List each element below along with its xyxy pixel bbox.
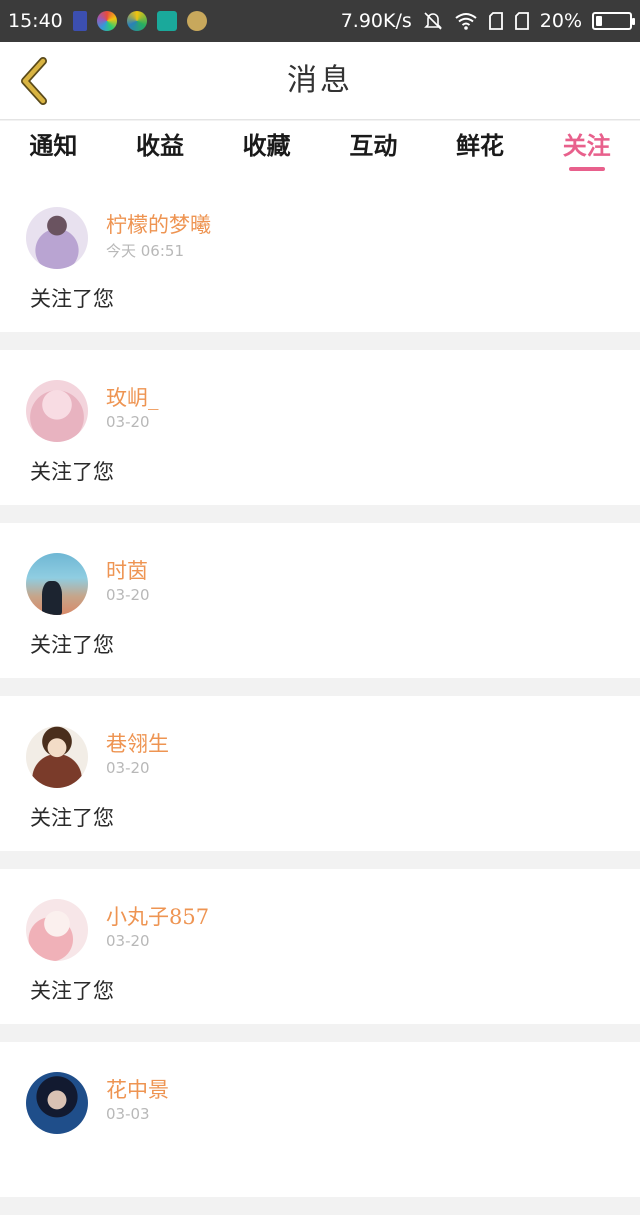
list-item[interactable]: 玫岄_ 03-20 关注了您: [0, 350, 640, 505]
status-bar: 15:40 7.90K/s 20%: [0, 0, 640, 42]
tab-flowers[interactable]: 鲜花: [427, 121, 534, 177]
tab-label: 通知: [29, 131, 78, 160]
tab-favorites[interactable]: 收藏: [213, 121, 320, 177]
tab-label: 关注: [562, 131, 611, 160]
scan-icon: [156, 11, 177, 31]
timestamp: 03-20: [106, 932, 150, 950]
timestamp: 03-20: [106, 413, 150, 431]
status-time: 15:40: [8, 10, 63, 32]
tab-notifications[interactable]: 通知: [0, 121, 107, 177]
avatar-app-icon: [186, 11, 207, 31]
user-name[interactable]: 玫岄_: [106, 382, 159, 412]
sim2-icon: [514, 12, 529, 30]
avatar[interactable]: [26, 553, 88, 615]
message-text: 关注了您: [30, 806, 114, 830]
list-item[interactable]: 巷翎生 03-20 关注了您: [0, 696, 640, 851]
tab-interactions[interactable]: 互动: [320, 121, 427, 177]
tab-label: 收藏: [242, 131, 291, 160]
timestamp: 03-20: [106, 586, 150, 604]
message-text: 关注了您: [30, 979, 114, 1003]
header: 消息: [0, 42, 640, 120]
chrome-like-icon: [126, 11, 147, 31]
timestamp: 03-03: [106, 1105, 150, 1123]
list-item[interactable]: 花中景 03-03: [0, 1042, 640, 1197]
tab-label: 收益: [136, 131, 184, 160]
status-left: 15:40: [8, 10, 207, 32]
list-item[interactable]: 柠檬的梦曦 今天 06:51 关注了您: [0, 177, 640, 332]
avatar[interactable]: [26, 899, 88, 961]
user-name[interactable]: 小丸子857: [106, 901, 209, 931]
tab-earnings[interactable]: 收益: [107, 121, 214, 177]
sim1-icon: [488, 12, 503, 30]
active-tab-indicator: [568, 167, 605, 171]
message-list: 柠檬的梦曦 今天 06:51 关注了您 玫岄_ 03-20 关注了您 时茵 03…: [0, 177, 640, 1215]
user-name[interactable]: 花中景: [106, 1074, 169, 1104]
battery-percent: 20%: [539, 10, 582, 32]
user-name[interactable]: 柠檬的梦曦: [106, 209, 211, 239]
battery-icon: [592, 12, 635, 30]
page-title: 消息: [287, 63, 353, 98]
network-speed: 7.90K/s: [340, 10, 412, 32]
user-name[interactable]: 时茵: [106, 555, 148, 585]
message-text: 关注了您: [30, 287, 114, 311]
color-wheel-icon: [96, 11, 117, 31]
notification-app-icon: [72, 11, 87, 31]
avatar[interactable]: [26, 207, 88, 269]
mute-vibrate-icon: [423, 12, 442, 30]
message-text: 关注了您: [30, 633, 114, 657]
tab-bar: 通知 收益 收藏 互动 鲜花 关注: [0, 121, 640, 177]
tab-label: 互动: [349, 131, 398, 160]
wifi-icon: [455, 13, 477, 30]
timestamp: 03-20: [106, 759, 150, 777]
avatar[interactable]: [26, 1072, 88, 1134]
tab-follows[interactable]: 关注: [533, 121, 640, 177]
message-text: 关注了您: [30, 460, 114, 484]
avatar[interactable]: [26, 380, 88, 442]
status-right: 7.90K/s 20%: [340, 10, 635, 32]
timestamp: 今天 06:51: [106, 242, 184, 260]
user-name[interactable]: 巷翎生: [106, 728, 169, 758]
battery-fill: [596, 16, 602, 26]
avatar[interactable]: [26, 726, 88, 788]
tab-label: 鲜花: [456, 131, 505, 160]
list-item[interactable]: 时茵 03-20 关注了您: [0, 523, 640, 678]
list-item[interactable]: 小丸子857 03-20 关注了您: [0, 869, 640, 1024]
